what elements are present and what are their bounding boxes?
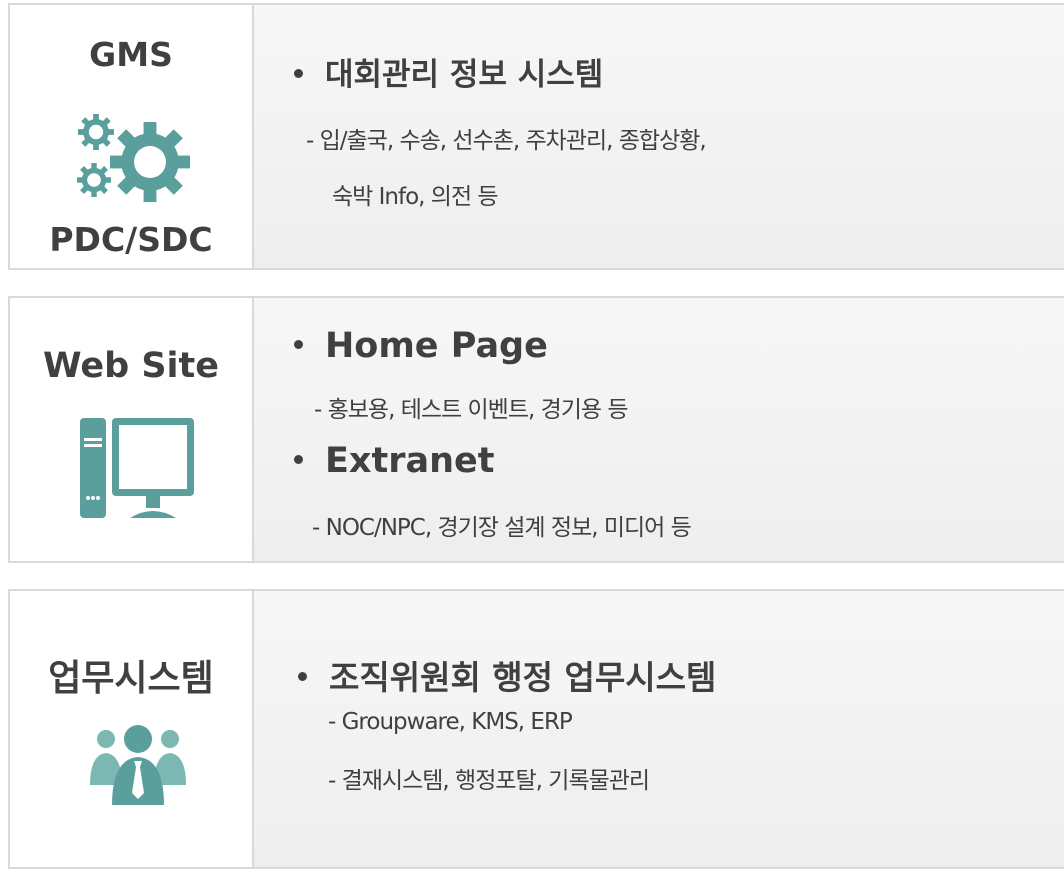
panel-gms: GMS PDC/SDC 대회관리 정보 시스템 - 입/출국, 수송, 선수촌,…	[8, 3, 1064, 270]
label-pdc-sdc: PDC/SDC	[49, 220, 213, 259]
panel-business-left: 업무시스템	[10, 591, 254, 867]
gears-icon	[77, 114, 190, 202]
detail-gms-1: - 입/출국, 수송, 선수촌, 주차관리, 종합상황,	[306, 128, 707, 154]
heading-extranet: Extranet	[294, 441, 494, 481]
heading-gms: 대회관리 정보 시스템	[294, 49, 603, 94]
bullet-dot	[294, 339, 303, 349]
heading-home-page: Home Page	[294, 326, 548, 366]
detail-gms-2: 숙박 Info, 의전 등	[332, 184, 499, 210]
heading-gms-text: 대회관리 정보 시스템	[325, 57, 604, 93]
heading-business-text: 조직위원회 행정 업무시스템	[329, 658, 717, 697]
detail-home-page: - 홍보용, 테스트 이벤트, 경기용 등	[314, 397, 629, 423]
heading-home-page-text: Home Page	[325, 326, 548, 366]
label-business-system: 업무시스템	[48, 658, 214, 699]
detail-business-1: - Groupware, KMS, ERP	[328, 709, 573, 735]
detail-business-2: - 결재시스템, 행정포탈, 기록물관리	[328, 768, 650, 794]
panel-business-right: 조직위원회 행정 업무시스템 - Groupware, KMS, ERP - 결…	[254, 591, 1064, 867]
heading-extranet-text: Extranet	[325, 441, 495, 481]
bullet-dot	[294, 454, 303, 464]
label-gms: GMS	[89, 35, 173, 74]
panel-gms-right: 대회관리 정보 시스템 - 입/출국, 수송, 선수촌, 주차관리, 종합상황,…	[254, 5, 1064, 268]
panel-website-left: Web Site	[10, 298, 254, 561]
panel-website: Web Site Home Page - 홍보용, 테스트 이벤트, 경기용 등…	[8, 296, 1064, 563]
computer-icon	[80, 418, 194, 518]
people-icon	[90, 725, 186, 805]
panel-website-right: Home Page - 홍보용, 테스트 이벤트, 경기용 등 Extranet…	[254, 298, 1064, 561]
panel-business: 업무시스템 조직위원회 행정 업무시스템 - Groupware, KMS, E…	[8, 589, 1064, 869]
heading-business: 조직위원회 행정 업무시스템	[298, 651, 716, 699]
bullet-dot	[294, 69, 303, 78]
panel-gms-left: GMS PDC/SDC	[10, 5, 254, 268]
label-web-site: Web Site	[42, 346, 219, 386]
detail-extranet: - NOC/NPC, 경기장 설계 정보, 미디어 등	[312, 515, 692, 541]
bullet-dot	[298, 672, 307, 681]
